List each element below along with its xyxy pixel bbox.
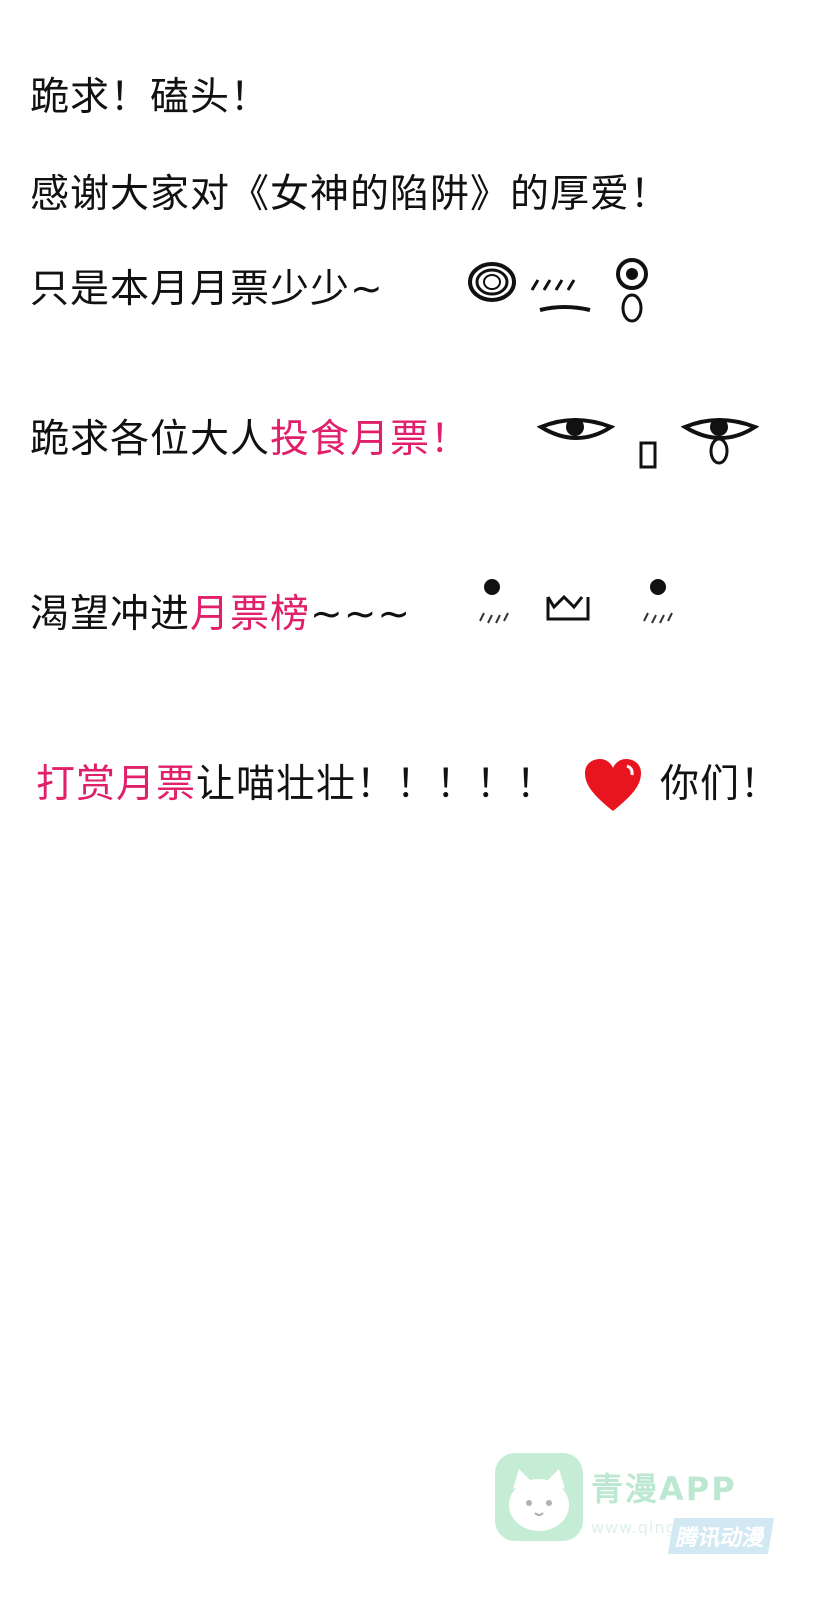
watermark: 青漫APP www.qing... 腾讯动漫 [495, 1450, 805, 1565]
line-few-tickets: 只是本月月票少少~ [30, 267, 384, 312]
heart-icon [585, 759, 641, 811]
line-reward: 打赏月票让喵壮壮！！！！！ [36, 765, 556, 804]
line-reward-text: 让喵壮壮！！！！！ [196, 762, 557, 807]
watermark-badge: 腾讯动漫 [667, 1518, 775, 1554]
blushing-face-emoticon [479, 579, 673, 624]
line-rank-tilde: ~~~ [310, 592, 412, 637]
teary-face-emoticon [536, 418, 760, 469]
watermark-title: 青漫APP [591, 1470, 737, 1508]
crying-face-emoticon [468, 258, 648, 323]
line-rank-highlight: 月票榜 [190, 592, 311, 637]
line-kneel-kowtow: 跪求！磕头！ [30, 75, 271, 120]
line-beg-tickets-highlight: 投食月票！ [270, 417, 471, 462]
line-reward-you: 你们！ [660, 762, 781, 807]
line-rank-text: 渴望冲进 [30, 592, 191, 637]
line-beg-tickets-text: 跪求各位大人 [30, 417, 271, 462]
line-rank: 渴望冲进月票榜~~~ [30, 595, 411, 634]
line-beg-tickets: 跪求各位大人投食月票！ [30, 420, 470, 459]
line-thanks: 感谢大家对《女神的陷阱》的厚爱！ [30, 172, 671, 217]
line-reward-highlight: 打赏月票 [36, 762, 197, 807]
cat-logo-icon [495, 1453, 583, 1541]
